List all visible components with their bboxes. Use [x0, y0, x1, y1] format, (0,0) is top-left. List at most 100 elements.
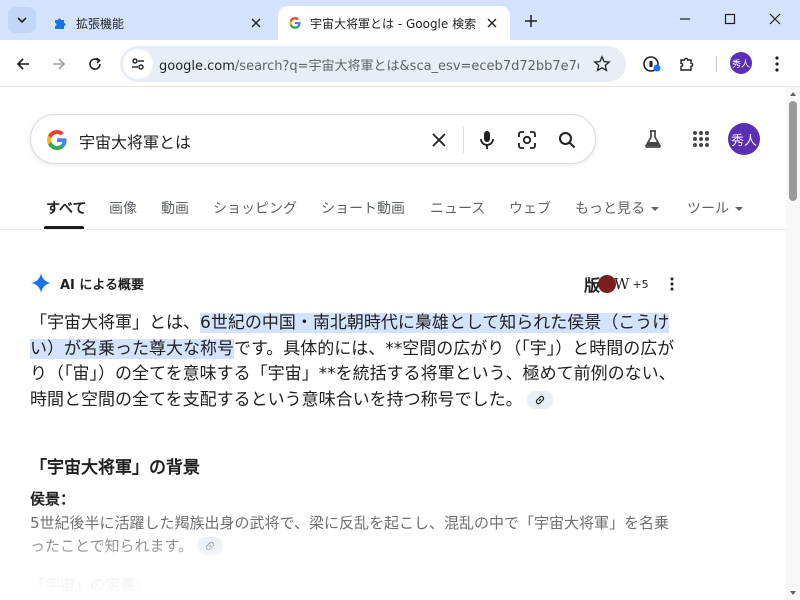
search-box[interactable]: 宇宙大将軍とは — [30, 114, 596, 164]
toolbar-separator — [716, 56, 717, 72]
tab-strip: 拡張機能 宇宙大将軍とは - Google 検索 — [0, 0, 800, 40]
search-icon — [559, 132, 576, 149]
arrow-right-icon — [53, 58, 66, 70]
ai-overview-title: AI による概要 — [60, 277, 145, 293]
tab-shopping[interactable]: ショッピング — [213, 198, 297, 218]
clear-search-button[interactable] — [427, 128, 451, 152]
tab-more-label: もっと見る — [575, 201, 645, 217]
puzzle-icon — [680, 57, 694, 71]
tab-title: 宇宙大将軍とは - Google 検索 — [310, 16, 477, 31]
sub-heading: 侯景： — [30, 490, 76, 508]
faded-sub-heading: 「宇宙」の定義： — [30, 576, 151, 594]
tab-news[interactable]: ニュース — [430, 198, 485, 218]
profile-avatar[interactable]: 秀人 — [730, 52, 752, 74]
tab-more[interactable]: もっと見る — [575, 198, 659, 218]
ai-sources[interactable]: 版 W +5 — [584, 272, 649, 296]
lens-search-button[interactable] — [515, 128, 539, 152]
sparkle-icon — [31, 273, 51, 293]
url-path: /search?q=宇宙大将軍とは&sca_esv=eceb7d72bb7e7d… — [234, 58, 579, 74]
close-window-button[interactable] — [758, 6, 792, 32]
tab-tools[interactable]: ツール — [687, 198, 743, 218]
flask-icon — [645, 130, 661, 148]
reload-icon — [89, 57, 101, 70]
maximize-icon — [724, 13, 736, 25]
address-bar[interactable]: google.com/search?q=宇宙大将軍とは&sca_esv=eceb… — [120, 46, 626, 82]
source-link-button[interactable] — [526, 390, 553, 409]
plus-icon — [525, 15, 537, 27]
puzzle-icon — [55, 18, 66, 29]
tab-web[interactable]: ウェブ — [509, 198, 551, 218]
tune-icon — [132, 58, 144, 70]
highlighted-text: 6世紀の中国・南北朝時代に梟雄として知られた侯景 — [200, 313, 602, 333]
tab-search-button[interactable] — [8, 7, 36, 33]
bookmark-button[interactable] — [592, 54, 612, 74]
ai-text: 「宇宙大将軍」とは、 — [30, 313, 200, 333]
password-manager-button[interactable] — [638, 50, 666, 78]
tab-title: 拡張機能 — [76, 16, 125, 31]
apps-grid-icon — [693, 131, 709, 147]
link-icon — [205, 541, 215, 551]
caret-down-icon — [651, 207, 659, 211]
tab-extensions[interactable]: 拡張機能 — [42, 6, 274, 40]
more-vert-icon — [775, 56, 779, 72]
source-favicon-wikipedia: W — [614, 275, 630, 293]
key-badge-icon — [643, 56, 661, 72]
more-vert-icon — [670, 277, 674, 291]
site-info-button[interactable] — [123, 49, 153, 79]
search-button[interactable] — [555, 128, 579, 152]
new-tab-button[interactable] — [518, 8, 544, 34]
chevron-down-icon — [17, 17, 27, 24]
close-tab-button[interactable] — [484, 15, 500, 31]
close-tab-button[interactable] — [248, 15, 264, 31]
url-text: google.com/search?q=宇宙大将軍とは&sca_esv=eceb… — [159, 55, 579, 74]
source-link-button[interactable] — [197, 537, 224, 555]
extensions-button[interactable] — [673, 50, 701, 78]
search-input[interactable]: 宇宙大将軍とは — [79, 129, 191, 153]
link-icon — [535, 395, 544, 404]
tab-videos[interactable]: 動画 — [161, 198, 189, 218]
tab-google-search[interactable]: 宇宙大将軍とは - Google 検索 — [278, 6, 510, 40]
minimize-button[interactable] — [668, 6, 702, 32]
microphone-icon — [480, 131, 494, 149]
tab-images[interactable]: 画像 — [109, 198, 137, 218]
google-g-icon — [289, 17, 301, 29]
minimize-icon — [680, 18, 690, 20]
close-icon — [487, 18, 497, 28]
search-divider — [463, 127, 464, 153]
ai-overview-header: AI による概要 — [30, 272, 144, 294]
reload-button[interactable] — [81, 50, 109, 78]
arrow-left-icon — [16, 58, 29, 70]
ai-overview-body: 「宇宙大将軍」とは、6世紀の中国・南北朝時代に梟雄として知られた侯景（こうけい）… — [30, 311, 676, 413]
voice-search-button[interactable] — [475, 128, 499, 152]
camera-lens-icon — [518, 131, 536, 149]
star-icon — [593, 55, 611, 72]
caret-down-icon — [735, 207, 743, 211]
page-scrollbar[interactable] — [786, 87, 800, 600]
search-labs-button[interactable] — [640, 126, 666, 152]
close-icon — [769, 13, 781, 25]
tab-tools-label: ツール — [687, 201, 729, 217]
google-apps-button[interactable] — [688, 126, 714, 152]
sub-body-text: 5世紀後半に活躍した羯族出身の武将で、梁に反乱を起こし、混乱の中で「宇宙大将軍」… — [30, 514, 669, 555]
browser-toolbar: google.com/search?q=宇宙大将軍とは&sca_esv=eceb… — [0, 40, 800, 87]
section-heading: 「宇宙大将軍」の背景 — [30, 458, 200, 478]
close-icon — [432, 133, 446, 147]
active-tab-indicator — [44, 226, 84, 229]
scroll-down-arrow-icon[interactable] — [789, 589, 797, 597]
more-sources-count: +5 — [632, 277, 649, 291]
scroll-up-arrow-icon[interactable] — [789, 90, 797, 98]
url-host: google.com — [159, 58, 235, 74]
account-avatar[interactable]: 秀人 — [728, 123, 760, 155]
tab-all[interactable]: すべて — [46, 198, 86, 218]
sub-body: 5世紀後半に活躍した羯族出身の武将で、梁に反乱を起こし、混乱の中で「宇宙大将軍」… — [30, 512, 676, 557]
maximize-button[interactable] — [713, 6, 747, 32]
search-nav-tabs: すべて 画像 動画 ショッピング ショート動画 ニュース ウェブ もっと見る ツ… — [0, 190, 786, 230]
back-button[interactable] — [9, 50, 37, 78]
google-g-icon — [47, 130, 67, 150]
close-icon — [251, 18, 261, 28]
ai-overview-menu-button[interactable] — [664, 275, 680, 293]
tab-short-videos[interactable]: ショート動画 — [321, 198, 405, 218]
scrollbar-thumb[interactable] — [789, 101, 797, 201]
chrome-menu-button[interactable] — [763, 50, 791, 78]
forward-button[interactable] — [45, 50, 73, 78]
